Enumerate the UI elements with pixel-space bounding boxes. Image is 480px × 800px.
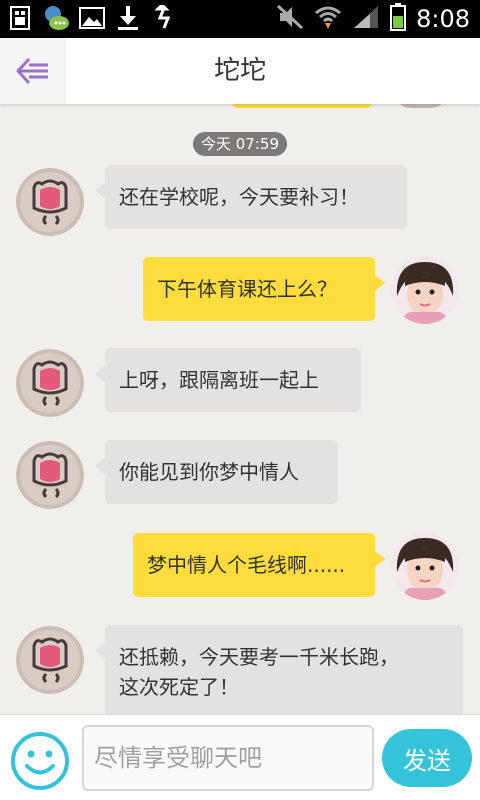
- clock: 8:08: [416, 5, 470, 33]
- status-bar: 8:08: [0, 0, 480, 38]
- notification-icons: [6, 4, 178, 32]
- previous-avatar-edge: [396, 104, 446, 108]
- contact-avatar[interactable]: [16, 168, 84, 236]
- signal-icon: [352, 4, 380, 34]
- message-bubble[interactable]: 梦中情人个毛线啊......: [133, 533, 385, 597]
- message-bubble[interactable]: 还在学校呢，今天要补习！: [95, 165, 407, 229]
- smiley-icon: [11, 732, 69, 790]
- previous-message-edge: [232, 104, 372, 108]
- contact-avatar[interactable]: [16, 441, 84, 509]
- system-icons: 8:08: [276, 2, 470, 36]
- wifi-icon: [314, 4, 342, 34]
- message-input[interactable]: [82, 725, 374, 791]
- user-avatar[interactable]: [391, 256, 459, 324]
- chat-notification-icon: [42, 4, 70, 32]
- message-bubble[interactable]: 你能见到你梦中情人: [95, 440, 338, 504]
- battery-icon: [390, 3, 407, 35]
- user-avatar[interactable]: [391, 532, 459, 600]
- message-bubble[interactable]: 上呀，跟隔离班一起上: [95, 348, 361, 412]
- timestamp-divider: 今天 07:59: [193, 132, 287, 156]
- chat-screen: 8:08 坨坨 今天 07:59 还在学校呢，今天要补习！ 下午体育课还上么？ …: [0, 0, 480, 800]
- contact-avatar[interactable]: [16, 626, 84, 694]
- send-button[interactable]: 发送: [382, 729, 472, 787]
- message-bubble[interactable]: 下午体育课还上么？: [143, 257, 385, 321]
- title-bar: 坨坨: [0, 38, 480, 104]
- back-button[interactable]: [0, 38, 66, 104]
- page-title: 坨坨: [213, 56, 266, 86]
- emoji-button[interactable]: [10, 731, 70, 791]
- sim-icon: [6, 4, 34, 32]
- image-icon: [78, 4, 106, 32]
- mute-icon: [276, 4, 304, 34]
- input-bar: 发送: [0, 714, 480, 800]
- message-list[interactable]: 今天 07:59 还在学校呢，今天要补习！ 下午体育课还上么？ 上呀，跟隔离班一…: [0, 104, 480, 714]
- download-icon: [114, 4, 142, 32]
- message-bubble[interactable]: 还抵赖，今天要考一千米长跑，这次死定了！: [95, 625, 463, 714]
- back-arrow-icon: [16, 57, 48, 85]
- contact-avatar[interactable]: [16, 349, 84, 417]
- usb-icon: [150, 4, 178, 32]
